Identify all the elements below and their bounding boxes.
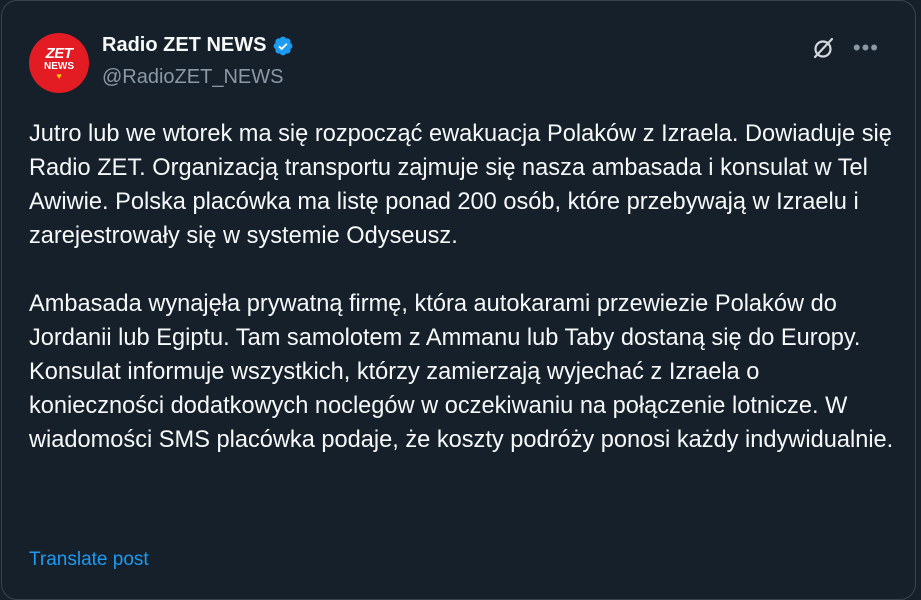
author-handle[interactable]: @RadioZET_NEWS [102, 66, 283, 89]
post-paragraph-1: Jutro lub we wtorek ma się rozpocząć ewa… [29, 121, 892, 249]
post-card: ZET NEWS ♥ Radio ZET NEWS @RadioZET_NEWS… [1, 0, 916, 600]
avatar-logo-text: ZET [45, 44, 73, 62]
avatar-logo-subtext: NEWS [44, 60, 74, 72]
heart-icon: ♥ [56, 70, 62, 81]
translate-post-link[interactable]: Translate post [29, 549, 149, 571]
post-text: Jutro lub we wtorek ma się rozpocząć ewa… [29, 117, 899, 457]
post-actions: ••• [811, 35, 879, 61]
post-paragraph-2: Ambasada wynajęła prywatną firmę, która … [29, 291, 894, 453]
author-display-name[interactable]: Radio ZET NEWS [102, 34, 266, 57]
grok-icon[interactable] [811, 35, 837, 61]
more-horizontal-icon[interactable]: ••• [853, 37, 879, 59]
verified-badge-icon[interactable] [272, 35, 294, 57]
author-name-row[interactable]: Radio ZET NEWS [102, 34, 294, 57]
avatar[interactable]: ZET NEWS ♥ [29, 33, 89, 93]
